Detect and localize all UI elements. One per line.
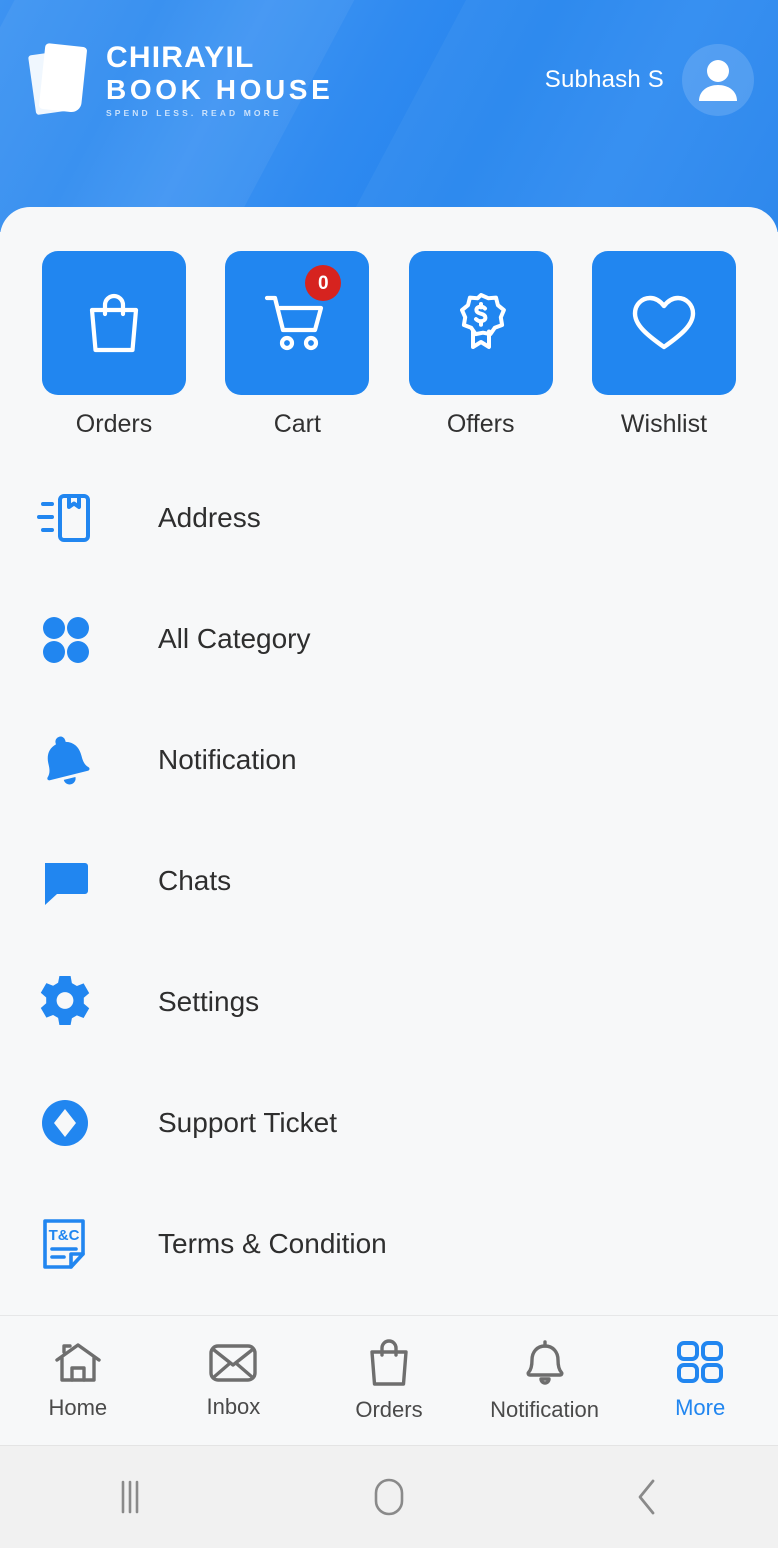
quick-action-offers[interactable]: Offers	[408, 251, 553, 439]
quick-action-orders[interactable]: Orders	[42, 251, 186, 439]
bell-filled-icon	[32, 727, 98, 793]
bell-outline-icon	[526, 1340, 564, 1385]
menu-item-chats[interactable]: Chats	[0, 820, 778, 941]
support-diamond-icon	[32, 1090, 98, 1156]
nav-item-home[interactable]: Home	[0, 1340, 156, 1421]
menu-item-all-category[interactable]: All Category	[0, 578, 778, 699]
brand-logo: CHIRAYIL BOOK HOUSE SPEND LESS. READ MOR…	[27, 40, 334, 118]
menu-item-support-ticket[interactable]: Support Ticket	[0, 1062, 778, 1183]
quick-action-label: Wishlist	[620, 410, 708, 438]
nav-item-label: Orders	[355, 1397, 423, 1422]
four-dots-icon	[32, 606, 98, 672]
book-logo-icon	[27, 42, 94, 117]
back-chevron-icon	[638, 1479, 655, 1515]
envelope-icon	[209, 1344, 258, 1382]
cart-badge: 0	[305, 265, 342, 301]
menu-item-label: Terms & Condition	[158, 1227, 387, 1259]
brand-tagline: SPEND LESS. READ MORE	[106, 107, 282, 118]
shopping-bag-icon	[89, 293, 139, 353]
nav-item-notification[interactable]: Notification	[467, 1338, 623, 1423]
quick-action-label: Cart	[273, 410, 321, 438]
menu-item-address[interactable]: Address	[0, 457, 778, 578]
recents-bars-icon	[121, 1480, 138, 1514]
content-sheet: Orders 0 Cart Offers Wishlist Address Al…	[0, 207, 778, 1316]
home-squircle-icon	[374, 1478, 404, 1516]
menu-item-label: All Category	[158, 622, 311, 654]
quick-action-cart[interactable]: 0 Cart	[225, 251, 370, 439]
home-icon	[55, 1343, 101, 1382]
menu-item-label: Notification	[158, 743, 297, 775]
app-screen: CHIRAYIL BOOK HOUSE SPEND LESS. READ MOR…	[0, 0, 778, 1548]
package-box-icon	[32, 485, 98, 551]
menu-list: Address All Category Notification Chats …	[0, 457, 778, 1304]
system-navigation-bar	[0, 1445, 778, 1548]
home-button[interactable]	[259, 1475, 518, 1519]
menu-item-label: Address	[158, 501, 261, 533]
nav-item-label: More	[675, 1395, 726, 1420]
nav-item-label: Notification	[490, 1397, 599, 1422]
app-header: CHIRAYIL BOOK HOUSE SPEND LESS. READ MOR…	[0, 0, 778, 232]
recents-button[interactable]	[0, 1476, 259, 1518]
bottom-navigation: Home Inbox Orders Notification More	[0, 1315, 778, 1445]
svg-text:T&C: T&C	[49, 1227, 80, 1244]
shopping-cart-icon	[265, 295, 324, 351]
menu-item-label: Settings	[158, 985, 260, 1017]
quick-action-label: Offers	[446, 410, 515, 438]
nav-item-inbox[interactable]: Inbox	[156, 1341, 312, 1420]
terms-document-icon: T&C	[32, 1211, 98, 1277]
gear-icon	[32, 969, 98, 1035]
offer-badge-icon	[459, 293, 506, 349]
chat-bubble-icon	[32, 848, 98, 914]
user-name: Subhash S	[544, 66, 664, 93]
nav-item-label: Inbox	[206, 1394, 261, 1419]
avatar[interactable]	[682, 44, 754, 116]
grid-four-icon	[677, 1341, 724, 1383]
quick-actions: Orders 0 Cart Offers Wishlist	[0, 251, 778, 439]
back-button[interactable]	[519, 1475, 778, 1519]
nav-item-more[interactable]: More	[622, 1340, 778, 1421]
heart-icon	[632, 295, 696, 350]
menu-item-label: Support Ticket	[158, 1106, 337, 1138]
nav-item-orders[interactable]: Orders	[311, 1338, 467, 1423]
quick-action-wishlist[interactable]: Wishlist	[591, 251, 736, 439]
menu-item-settings[interactable]: Settings	[0, 941, 778, 1062]
shopping-bag-icon	[370, 1339, 408, 1386]
menu-item-notification[interactable]: Notification	[0, 699, 778, 820]
menu-item-label: Chats	[158, 864, 232, 896]
menu-item-terms-condition[interactable]: T&C Terms & Condition	[0, 1183, 778, 1304]
brand-line1: CHIRAYIL	[106, 40, 255, 74]
brand-line2: BOOK HOUSE	[106, 73, 334, 105]
quick-action-label: Orders	[75, 410, 153, 438]
user-avatar-icon	[699, 60, 737, 101]
nav-item-label: Home	[48, 1395, 108, 1420]
